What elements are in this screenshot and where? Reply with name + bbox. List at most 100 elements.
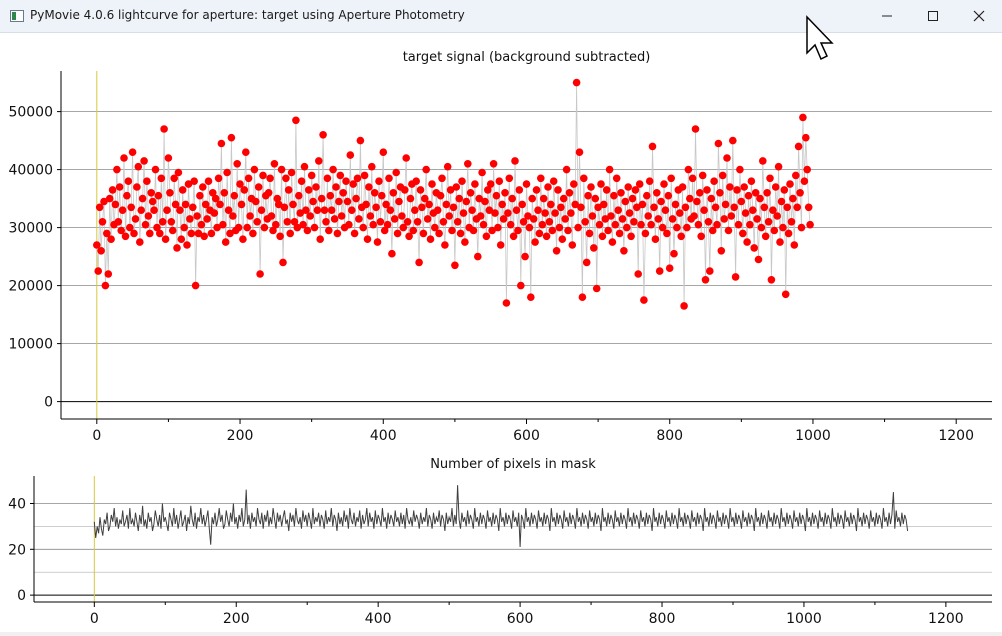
- data-point: [637, 220, 645, 229]
- close-button[interactable]: [956, 0, 1002, 32]
- data-point: [703, 186, 711, 194]
- data-point: [233, 160, 241, 168]
- data-point: [362, 200, 370, 209]
- data-point: [538, 220, 547, 229]
- data-point: [774, 162, 783, 171]
- data-point: [737, 197, 746, 206]
- data-point: [369, 220, 378, 229]
- data-point: [781, 290, 790, 299]
- data-point: [667, 174, 675, 183]
- data-point: [360, 171, 369, 180]
- data-point: [266, 174, 274, 183]
- data-point: [721, 200, 730, 209]
- data-point: [736, 165, 744, 174]
- data-point: [402, 154, 411, 162]
- data-point: [385, 174, 393, 183]
- data-point: [193, 212, 201, 220]
- data-point: [750, 244, 758, 252]
- data-point: [272, 220, 280, 229]
- y-tick-label: 0: [44, 395, 53, 411]
- data-point: [390, 215, 399, 223]
- data-point: [418, 203, 426, 212]
- y-tick-label: 30000: [8, 221, 53, 237]
- data-point: [128, 148, 137, 156]
- data-point: [264, 189, 273, 197]
- data-point: [323, 174, 332, 183]
- data-point: [653, 189, 661, 197]
- data-point: [660, 180, 668, 188]
- data-point: [219, 220, 227, 229]
- data-point: [548, 226, 557, 235]
- data-point: [517, 281, 525, 290]
- data-point: [146, 229, 154, 238]
- data-point: [711, 203, 720, 212]
- data-point: [746, 220, 754, 229]
- data-point: [789, 194, 797, 203]
- data-point: [796, 189, 804, 197]
- data-point: [486, 180, 495, 188]
- y-tick-label: 0: [17, 588, 26, 604]
- data-point: [138, 194, 147, 203]
- data-point: [664, 191, 673, 200]
- data-point: [136, 238, 144, 246]
- data-point: [98, 218, 107, 226]
- data-point: [527, 293, 535, 302]
- data-point: [448, 226, 456, 235]
- data-point: [790, 241, 799, 249]
- data-point: [124, 177, 133, 185]
- data-point: [749, 206, 757, 214]
- data-point: [191, 281, 200, 290]
- data-point: [151, 165, 160, 174]
- data-point: [508, 194, 516, 203]
- data-point: [723, 154, 731, 162]
- data-point: [584, 191, 592, 200]
- data-point: [259, 171, 267, 180]
- data-point: [456, 229, 465, 238]
- maximize-button[interactable]: [910, 0, 956, 32]
- data-point: [630, 218, 638, 226]
- data-point: [276, 232, 284, 241]
- data-point: [759, 157, 767, 165]
- window-titlebar[interactable]: PyMovie 4.0.6 lightcurve for aperture: t…: [0, 0, 1002, 33]
- data-point: [303, 226, 312, 235]
- data-point: [333, 229, 342, 238]
- y-tick-label: 10000: [8, 337, 53, 353]
- data-point: [496, 241, 505, 249]
- x-tick-label: 1000: [786, 611, 822, 627]
- data-point: [282, 174, 290, 183]
- data-point: [177, 235, 186, 243]
- data-point: [676, 209, 684, 217]
- data-point: [707, 194, 716, 203]
- data-point: [284, 186, 293, 194]
- data-point: [376, 218, 385, 226]
- data-point: [210, 209, 219, 217]
- data-point: [617, 189, 625, 197]
- minimize-button[interactable]: [864, 0, 910, 32]
- data-point: [701, 276, 710, 284]
- data-point: [230, 191, 239, 200]
- plot-area[interactable]: target signal (background subtracted) 0 10…: [0, 33, 1002, 632]
- x-tick-label: 800: [649, 611, 676, 627]
- data-point: [199, 183, 207, 191]
- data-point: [330, 215, 339, 223]
- data-point: [468, 206, 476, 214]
- data-point: [250, 165, 259, 174]
- data-point: [329, 165, 337, 174]
- data-point: [568, 241, 577, 249]
- data-point: [565, 189, 574, 197]
- data-point: [335, 197, 343, 206]
- chart-title: Number of pixels in mask: [430, 457, 596, 472]
- data-point: [624, 183, 632, 191]
- data-point: [747, 177, 756, 185]
- data-point: [700, 206, 708, 214]
- data-point: [492, 191, 501, 200]
- data-point: [588, 212, 597, 220]
- data-point: [643, 191, 651, 200]
- data-point: [393, 229, 402, 238]
- chart-canvas[interactable]: target signal (background subtracted) 0 10…: [0, 33, 1002, 632]
- data-point: [280, 203, 289, 212]
- data-point: [319, 131, 327, 139]
- data-point: [591, 194, 600, 203]
- data-point: [688, 174, 697, 183]
- data-point: [506, 220, 515, 229]
